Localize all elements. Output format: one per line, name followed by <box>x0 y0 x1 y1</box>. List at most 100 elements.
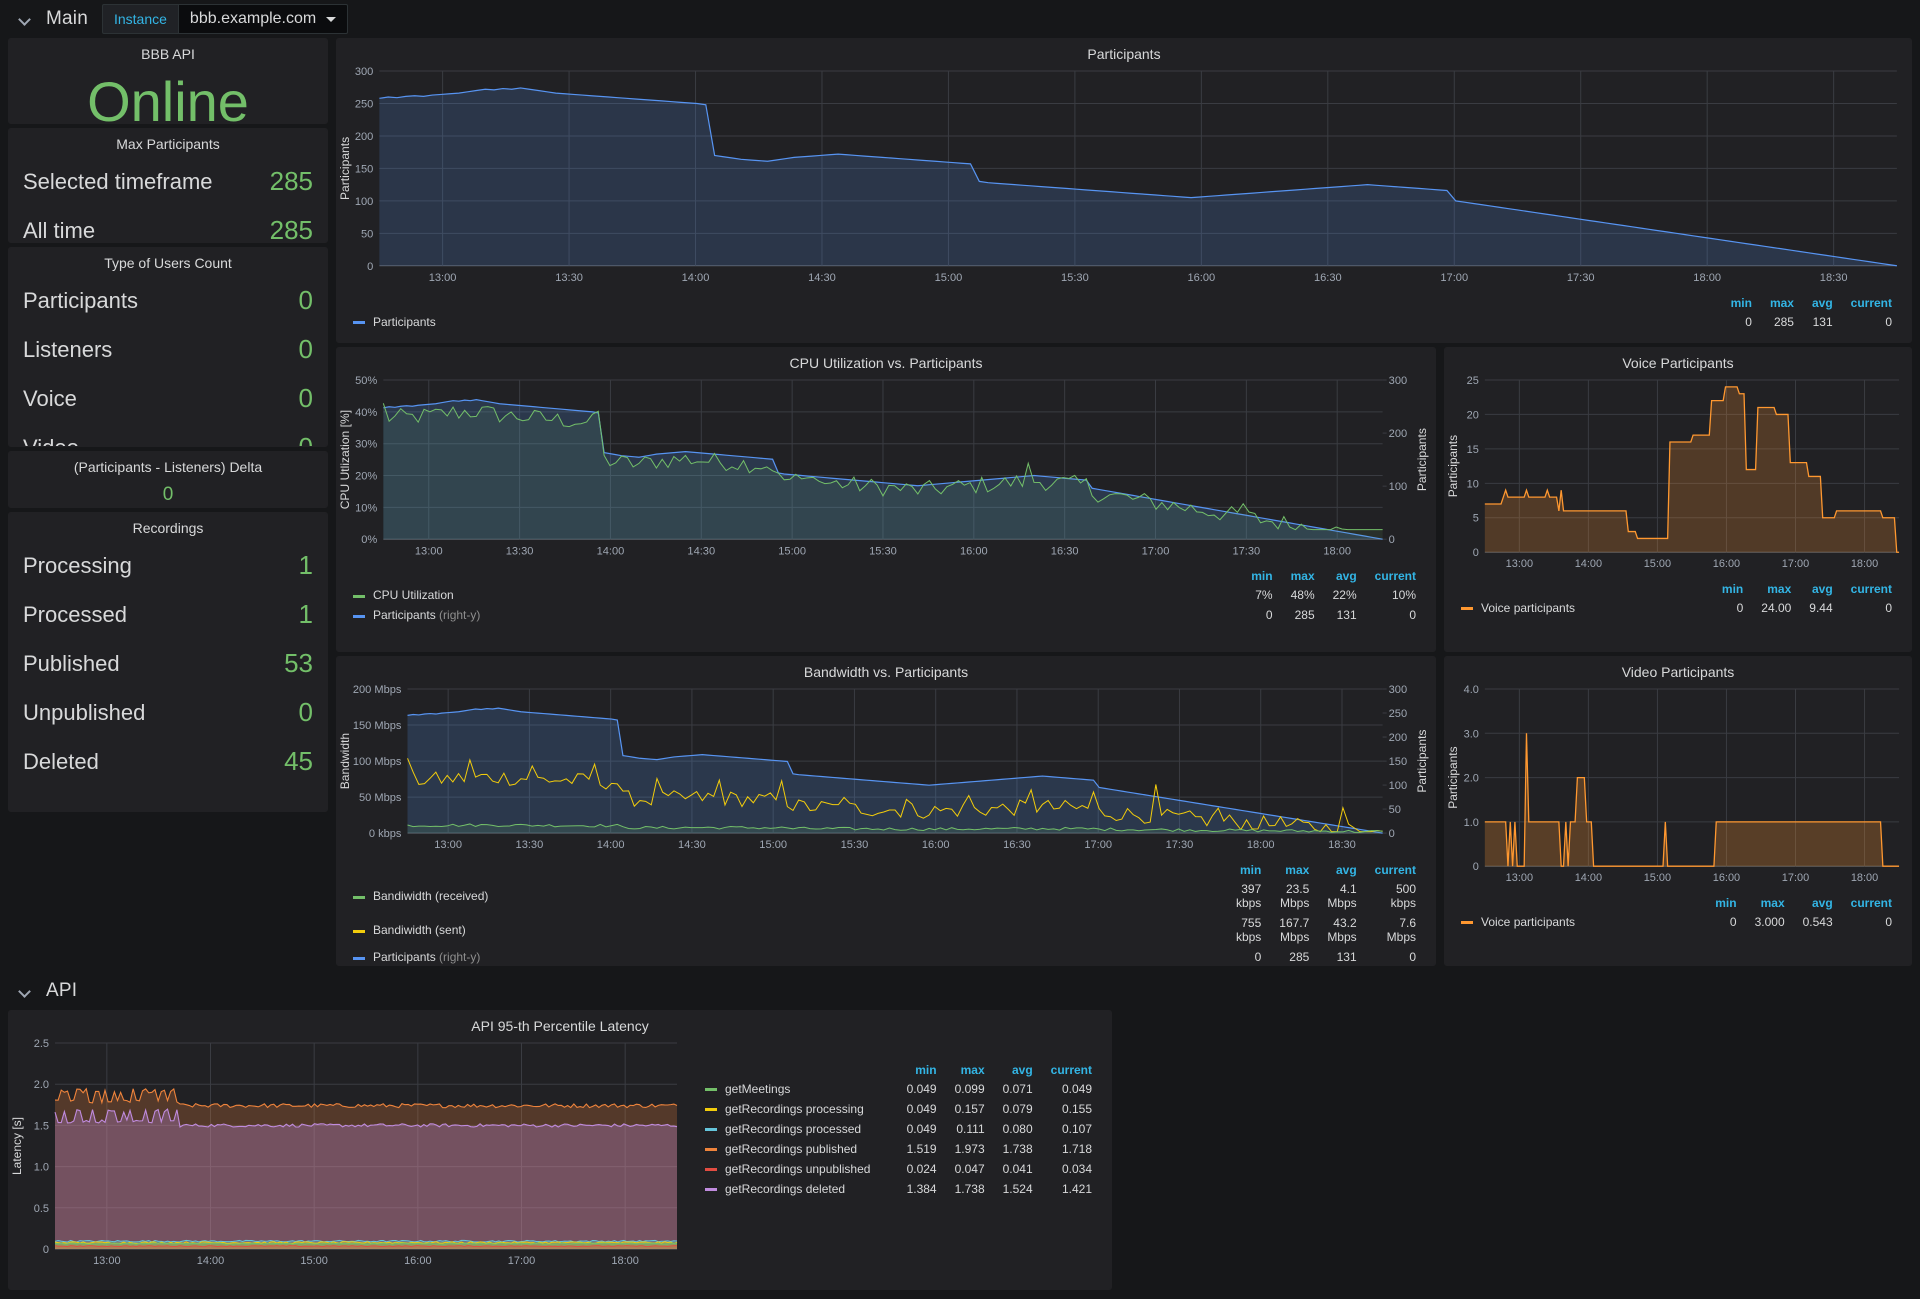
svg-text:15:00: 15:00 <box>300 1255 328 1267</box>
legend-series-row[interactable]: Bandiwidth (received)397 kbps23.5 Mbps4.… <box>351 879 1425 913</box>
legend-series-row[interactable]: Participants (right-y)02851310 <box>351 605 1425 625</box>
stat-label: Selected timeframe <box>23 169 213 195</box>
legend-series-row[interactable]: getRecordings processed0.0490.1110.0800.… <box>703 1119 1101 1139</box>
chart-bandwidth[interactable]: 0 kbps50 Mbps100 Mbps150 Mbps200 Mbps050… <box>337 683 1435 859</box>
legend-series-label[interactable]: CPU Utilization <box>351 585 1242 605</box>
legend-value-current: 1.421 <box>1042 1179 1101 1199</box>
stat-label: Deleted <box>23 749 99 775</box>
legend-color-swatch <box>1461 607 1473 610</box>
svg-text:14:00: 14:00 <box>597 545 625 557</box>
svg-text:17:00: 17:00 <box>1782 872 1809 884</box>
chart-api-latency[interactable]: 00.51.01.52.02.513:0014:0015:0016:0017:0… <box>9 1037 689 1275</box>
legend-header-max: max <box>1752 580 1800 598</box>
svg-text:0: 0 <box>43 1244 49 1256</box>
legend-series-row[interactable]: Participants02851310 <box>351 312 1901 332</box>
instance-variable-select[interactable]: bbb.example.com <box>178 4 348 34</box>
legend-header-current: current <box>1042 1061 1101 1079</box>
legend-series-label[interactable]: Voice participants <box>1459 912 1706 932</box>
legend-series-row[interactable]: CPU Utilization7%48%22%10% <box>351 585 1425 605</box>
legend-series-label[interactable]: Participants <box>351 312 1722 332</box>
legend-series-label[interactable]: getRecordings unpublished <box>703 1159 898 1179</box>
svg-text:13:00: 13:00 <box>1506 558 1533 570</box>
row-header-main[interactable]: Main Instance bbb.example.com <box>0 0 1920 38</box>
svg-text:13:30: 13:30 <box>555 272 583 284</box>
svg-text:18:00: 18:00 <box>1323 545 1351 557</box>
legend-series-label[interactable]: getMeetings <box>703 1079 898 1099</box>
legend-value-avg: 22% <box>1324 585 1366 605</box>
legend-value-min: 397 kbps <box>1227 879 1270 913</box>
legend-value-avg: 0.079 <box>994 1099 1042 1119</box>
svg-text:300: 300 <box>355 66 373 78</box>
row-header-api[interactable]: API <box>0 972 1920 1010</box>
legend-series-label[interactable]: Participants (right-y) <box>351 605 1242 625</box>
dashboard-grid: BBB API Online Max Participants Selected… <box>0 38 1920 966</box>
legend-value-min: 0.049 <box>898 1099 946 1119</box>
legend-series-row[interactable]: getRecordings deleted1.3841.7381.5241.42… <box>703 1179 1101 1199</box>
cpu-plot: 0%10%20%30%40%50%010020030013:0013:3014:… <box>337 374 1435 565</box>
panel-bbb-api: BBB API Online <box>8 38 328 124</box>
legend-series-row[interactable]: Bandiwidth (sent)755 kbps167.7 Mbps43.2 … <box>351 913 1425 947</box>
svg-text:16:00: 16:00 <box>1187 272 1215 284</box>
chart-voice[interactable]: 051015202513:0014:0015:0016:0017:0018:00… <box>1445 374 1911 578</box>
legend-color-swatch <box>705 1168 717 1171</box>
svg-text:14:00: 14:00 <box>682 272 710 284</box>
stat-row: Video 0 <box>23 423 313 447</box>
legend-series-label[interactable]: getRecordings deleted <box>703 1179 898 1199</box>
svg-text:14:30: 14:30 <box>678 839 706 851</box>
stat-label: Processed <box>23 602 127 628</box>
legend-spacer <box>1459 580 1713 598</box>
chevron-down-icon[interactable] <box>18 984 32 998</box>
legend-header-row: minmaxavgcurrent <box>351 567 1425 585</box>
svg-text:250: 250 <box>355 99 373 111</box>
legend-series-label[interactable]: getRecordings published <box>703 1139 898 1159</box>
legend-cpu: minmaxavgcurrentCPU Utilization7%48%22%1… <box>337 565 1435 633</box>
svg-text:CPU Utlization [%]: CPU Utlization [%] <box>338 410 352 509</box>
svg-text:16:00: 16:00 <box>960 545 988 557</box>
legend-series-row[interactable]: getRecordings processing0.0490.1570.0790… <box>703 1099 1101 1119</box>
stat-value: 0 <box>299 697 313 728</box>
legend-color-swatch <box>705 1148 717 1151</box>
panel-type-of-users: Type of Users Count Participants 0 Liste… <box>8 247 328 447</box>
panel-title-recordings: Recordings <box>9 513 327 539</box>
svg-text:1.0: 1.0 <box>1464 817 1479 829</box>
legend-header-row: minmaxavgcurrent <box>351 861 1425 879</box>
legend-series-row[interactable]: Participants (right-y)02851310 <box>351 947 1425 966</box>
panel-title-video: Video Participants <box>1445 657 1911 683</box>
svg-text:16:30: 16:30 <box>1314 272 1342 284</box>
panel-cpu-vs-participants: CPU Utilization vs. Participants 0%10%20… <box>336 347 1436 652</box>
legend-series-label[interactable]: getRecordings processed <box>703 1119 898 1139</box>
legend-series-label[interactable]: Bandiwidth (sent) <box>351 913 1227 947</box>
svg-text:Bandwidth: Bandwidth <box>338 733 352 789</box>
chart-video[interactable]: 01.02.03.04.013:0014:0015:0016:0017:0018… <box>1445 683 1911 892</box>
legend-header-current: current <box>1366 567 1425 585</box>
chart-participants[interactable]: 05010015020025030013:0013:3014:0014:3015… <box>337 65 1911 292</box>
stat-label: Voice <box>23 386 77 412</box>
svg-text:15:00: 15:00 <box>935 272 963 284</box>
legend-series-row[interactable]: getMeetings0.0490.0990.0710.049 <box>703 1079 1101 1099</box>
svg-text:50%: 50% <box>355 375 377 387</box>
chart-cpu[interactable]: 0%10%20%30%40%50%010020030013:0013:3014:… <box>337 374 1435 565</box>
svg-text:16:00: 16:00 <box>404 1255 432 1267</box>
stat-label: All time <box>23 218 95 244</box>
instance-variable[interactable]: Instance bbb.example.com <box>102 4 348 34</box>
svg-text:15:00: 15:00 <box>1644 872 1671 884</box>
legend-series-label[interactable]: getRecordings processing <box>703 1099 898 1119</box>
chevron-down-icon[interactable] <box>18 12 32 26</box>
legend-series-row[interactable]: getRecordings published1.5191.9731.7381.… <box>703 1139 1101 1159</box>
legend-series-label[interactable]: Bandiwidth (received) <box>351 879 1227 913</box>
svg-text:18:00: 18:00 <box>1851 872 1878 884</box>
legend-series-label[interactable]: Voice participants <box>1459 598 1713 618</box>
legend-bandwidth: minmaxavgcurrentBandiwidth (received)397… <box>337 859 1435 966</box>
svg-text:25: 25 <box>1467 375 1479 387</box>
legend-value-avg: 0.041 <box>994 1159 1042 1179</box>
legend-series-row[interactable]: getRecordings unpublished0.0240.0470.041… <box>703 1159 1101 1179</box>
legend-header-row: minmaxavgcurrent <box>703 1061 1101 1079</box>
legend-value-current: 0 <box>1366 947 1425 966</box>
legend-series-row[interactable]: Voice participants024.009.440 <box>1459 598 1901 618</box>
svg-text:100: 100 <box>1389 780 1407 792</box>
legend-series-label[interactable]: Participants (right-y) <box>351 947 1227 966</box>
svg-text:18:00: 18:00 <box>1247 839 1275 851</box>
legend-value-current: 10% <box>1366 585 1425 605</box>
legend-value-max: 285 <box>1270 947 1318 966</box>
legend-series-row[interactable]: Voice participants03.0000.5430 <box>1459 912 1901 932</box>
